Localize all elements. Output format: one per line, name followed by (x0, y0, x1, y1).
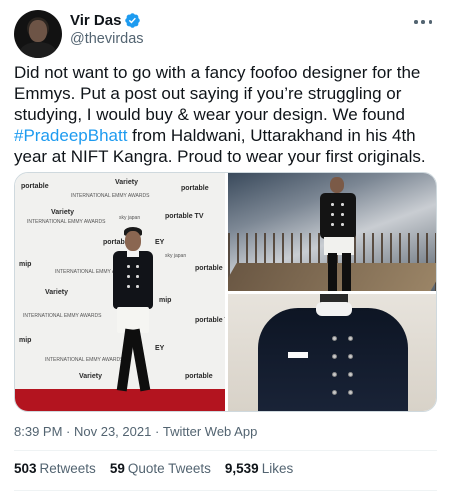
author-handle[interactable]: @thevirdas (70, 31, 144, 47)
quote-tweets-count: 59 (109, 461, 125, 476)
retweets-label: Retweets (39, 461, 96, 476)
tweet-date[interactable]: Nov 23, 2021 (74, 424, 151, 439)
photo-red-carpet[interactable]: portable Variety portable INTERNATIONAL … (15, 173, 225, 411)
more-options-icon[interactable] (411, 12, 435, 32)
backdrop-logo: INTERNATIONAL EMMY AWARDS (71, 193, 150, 199)
divider (14, 490, 437, 491)
retweets-stat[interactable]: 503 Retweets (14, 461, 96, 476)
photo-jacket-closeup[interactable] (228, 294, 436, 411)
quote-tweets-label: Quote Tweets (127, 461, 211, 476)
backdrop-logo: portable (195, 265, 223, 272)
backdrop-logo: INTERNATIONAL EMMY AWARDS (23, 313, 102, 319)
backdrop-logo: portable TV (195, 317, 225, 324)
likes-label: Likes (261, 461, 294, 476)
media-grid: portable Variety portable INTERNATIONAL … (14, 172, 437, 412)
backdrop-logo: portable (185, 373, 213, 380)
hashtag-link[interactable]: #PradeepBhatt (14, 126, 127, 145)
backdrop-logo: INTERNATIONAL EMMY AWARDS (45, 357, 124, 363)
meta-separator: · (62, 424, 74, 439)
backdrop-logo: Variety (45, 289, 68, 296)
tweet-source: Twitter Web App (162, 424, 258, 439)
backdrop-logo: INTERNATIONAL EMMY AWARDS (27, 219, 106, 225)
tweet-card: Vir Das @thevirdas Did not want to go wi… (0, 0, 449, 495)
meta-separator: · (151, 424, 163, 439)
backdrop-logo: sky japan (119, 215, 141, 221)
author-name-row[interactable]: Vir Das (70, 12, 141, 29)
photo-bridge[interactable] (228, 173, 436, 291)
backdrop-logo: portable (181, 185, 209, 192)
backdrop-logo: Variety (115, 179, 138, 186)
engagement-stats: 503 Retweets 59 Quote Tweets 9,539 Likes (14, 461, 293, 476)
avatar[interactable] (14, 10, 62, 58)
backdrop-logo: mip (159, 297, 172, 304)
retweets-count: 503 (14, 461, 37, 476)
likes-count: 9,539 (224, 461, 259, 476)
backdrop-logo: sky japan (165, 253, 187, 259)
backdrop-logo: portable (21, 183, 49, 190)
divider (14, 450, 437, 451)
red-carpet (15, 389, 225, 411)
backdrop-logo: EY (155, 345, 165, 352)
tweet-time[interactable]: 8:39 PM (14, 424, 62, 439)
quote-tweets-stat[interactable]: 59 Quote Tweets (110, 461, 211, 476)
backdrop-logo: mip (19, 261, 32, 268)
backdrop-logo: EY (155, 239, 165, 246)
backdrop-logo: Variety (51, 209, 74, 216)
verified-badge-icon (125, 13, 141, 28)
backdrop-logo: Variety (79, 373, 102, 380)
author-display-name[interactable]: Vir Das (70, 12, 121, 29)
backdrop-logo: portable TV (165, 213, 204, 220)
tweet-meta: 8:39 PM · Nov 23, 2021 · Twitter Web App (14, 424, 257, 439)
backdrop-logo: mip (19, 337, 32, 344)
likes-stat[interactable]: 9,539 Likes (225, 461, 293, 476)
tweet-text-part1: Did not want to go with a fancy foofoo d… (14, 63, 421, 124)
tweet-text: Did not want to go with a fancy foofoo d… (14, 62, 440, 167)
